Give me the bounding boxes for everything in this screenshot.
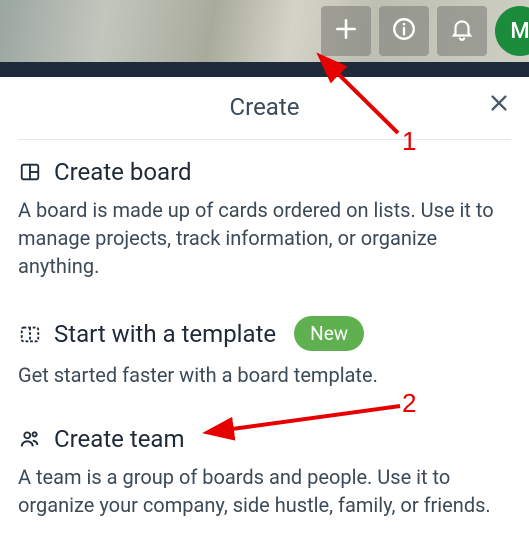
option-start-template[interactable]: Start with a template New Get started fa… [18, 298, 511, 407]
popover-title: Create [18, 93, 511, 121]
info-icon [391, 16, 417, 46]
option-create-board[interactable]: Create board A board is made up of cards… [18, 140, 511, 298]
option-title: Create team [54, 425, 185, 453]
close-button[interactable] [483, 89, 515, 121]
popover-header: Create [18, 77, 511, 140]
option-create-team[interactable]: Create team A team is a group of boards … [18, 407, 511, 537]
create-popover: Create Create board A board is made up o… [0, 77, 529, 540]
option-title: Start with a template [54, 320, 276, 348]
board-icon [18, 160, 42, 184]
option-head: Start with a template New [18, 316, 511, 351]
template-icon [18, 322, 42, 346]
avatar[interactable]: M [495, 6, 529, 56]
option-desc: Get started faster with a board template… [18, 361, 511, 401]
option-title: Create board [54, 158, 192, 186]
plus-icon [333, 16, 359, 46]
avatar-initial: M [510, 19, 529, 44]
add-button[interactable] [321, 6, 371, 56]
header-strip [0, 62, 529, 77]
top-bar: M [0, 0, 529, 62]
option-head: Create board [18, 158, 511, 186]
new-badge: New [294, 316, 364, 351]
notifications-button[interactable] [437, 6, 487, 56]
info-button[interactable] [379, 6, 429, 56]
team-icon [18, 427, 42, 451]
option-head: Create team [18, 425, 511, 453]
option-desc: A board is made up of cards ordered on l… [18, 196, 511, 292]
option-desc: A team is a group of boards and people. … [18, 463, 511, 531]
close-icon [488, 92, 510, 118]
bell-icon [449, 16, 475, 46]
